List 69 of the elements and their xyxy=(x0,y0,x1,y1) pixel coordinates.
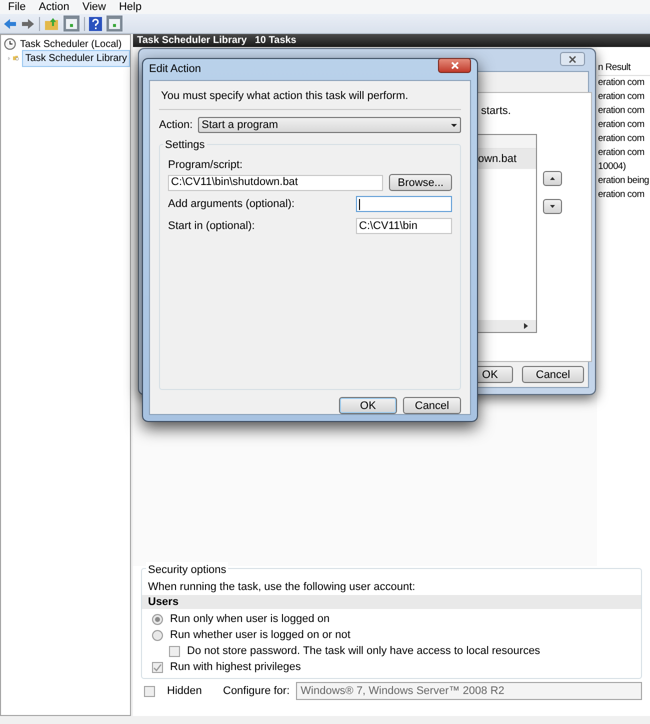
clock-icon xyxy=(4,38,16,50)
close-button[interactable] xyxy=(560,52,585,66)
dropdown-arrow-icon xyxy=(451,124,457,126)
forward-icon[interactable] xyxy=(21,18,35,30)
group-title: Security options xyxy=(146,562,228,578)
library-title: Task Scheduler Library xyxy=(137,34,247,48)
arguments-field[interactable] xyxy=(356,196,452,212)
user-account: Users xyxy=(148,594,179,610)
table-cell-text: eration com xyxy=(598,146,644,160)
checkbox[interactable] xyxy=(169,646,180,656)
table-cell-text: eration com xyxy=(598,132,644,146)
action-label: Action: xyxy=(159,118,193,133)
down-arrow-icon xyxy=(550,205,555,208)
table-cell-text: eration com xyxy=(598,76,644,90)
table-cell-text: eration being xyxy=(598,174,650,188)
option-label: Run whether user is logged on or not xyxy=(170,628,350,643)
close-button[interactable] xyxy=(438,58,471,73)
menu-item[interactable]: View xyxy=(82,0,106,16)
table-cell-text: eration com xyxy=(598,188,644,202)
column-header[interactable]: n Result xyxy=(598,60,630,76)
close-icon xyxy=(450,62,458,69)
browse-button[interactable]: Browse... xyxy=(389,174,452,191)
tree-item[interactable]: Task Scheduler (Local) xyxy=(19,36,123,52)
hidden-label: Hidden xyxy=(167,684,203,699)
panel-icon[interactable] xyxy=(63,15,80,32)
configure-label: Configure for: xyxy=(223,684,290,699)
table-cell-text: eration com xyxy=(598,90,644,104)
dialog-button[interactable]: OK xyxy=(339,397,397,414)
list-row[interactable]: own.bat xyxy=(478,149,536,169)
option-label: Do not store password. The task will only have access to local resources xyxy=(187,644,540,659)
dialog-title: Edit Action xyxy=(149,62,201,78)
scroll-right-icon[interactable] xyxy=(524,323,528,329)
table-cell-text: eration com xyxy=(598,104,644,118)
option-label: Run with highest privileges xyxy=(170,660,301,675)
back-icon[interactable] xyxy=(3,18,17,30)
checkbox[interactable] xyxy=(152,662,163,672)
dialog-button[interactable]: Cancel xyxy=(403,397,461,414)
program-field[interactable]: C:\CV11\bin\shutdown.bat xyxy=(168,174,384,190)
menu-item[interactable]: Help xyxy=(118,0,142,16)
panel-icon[interactable] xyxy=(106,15,123,32)
move-down-button[interactable] xyxy=(543,199,562,214)
table-cell-text: 10004) xyxy=(598,160,626,174)
configure-dropdown[interactable]: Windows® 7, Windows Server™ 2008 R2 xyxy=(296,682,642,700)
table-cell-text: eration com xyxy=(598,118,644,132)
group-title: Settings xyxy=(163,137,207,154)
scrollbar[interactable] xyxy=(478,320,536,332)
radio-button[interactable] xyxy=(152,630,163,640)
option-label: Run only when user is logged on xyxy=(170,612,330,627)
dialog-button[interactable]: Cancel xyxy=(522,366,584,383)
checkbox[interactable] xyxy=(144,686,155,696)
account-label: When running the task, use the following user account: xyxy=(148,580,416,595)
start-in-label: Start in (optional): xyxy=(168,218,255,234)
start-in-field[interactable]: C:\CV11\bin xyxy=(356,218,452,234)
action-dropdown[interactable]: Start a program xyxy=(198,117,461,133)
help-icon[interactable] xyxy=(89,16,102,30)
tree-item[interactable]: Task Scheduler Library xyxy=(22,50,130,66)
menu-item[interactable]: File xyxy=(8,0,26,16)
folder-up-icon[interactable] xyxy=(44,16,59,30)
arguments-label: Add arguments (optional): xyxy=(168,197,295,212)
move-up-button[interactable] xyxy=(543,171,562,186)
description-text: starts. xyxy=(481,104,511,119)
collapsed-arrow-icon[interactable] xyxy=(8,54,10,62)
menu-item[interactable]: Action xyxy=(38,0,70,16)
instruction-text: You must specify what action this task will perform. xyxy=(161,88,408,104)
radio-button[interactable] xyxy=(152,614,163,624)
task-count: 10 Tasks xyxy=(254,34,296,48)
up-arrow-icon xyxy=(550,177,555,180)
close-icon xyxy=(569,56,576,62)
program-label: Program/script: xyxy=(168,158,243,173)
